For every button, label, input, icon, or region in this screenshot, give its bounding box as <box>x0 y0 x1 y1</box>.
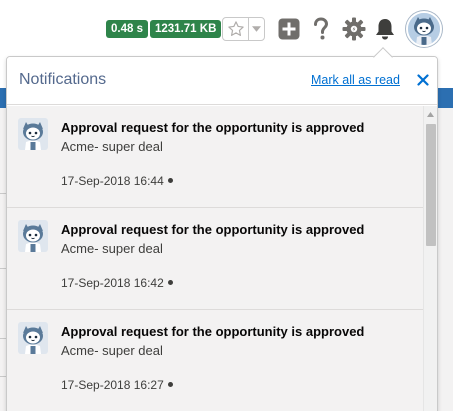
notification-date: 17-Sep-2018 16:27 <box>61 378 164 392</box>
avatar <box>18 118 48 150</box>
notification-item[interactable]: Approval request for the opportunity is … <box>7 208 423 310</box>
scrollbar-thumb[interactable] <box>426 124 436 246</box>
mark-all-as-read-link[interactable]: Mark all as read <box>311 73 400 87</box>
global-actions-button[interactable] <box>276 16 302 42</box>
notification-list: Approval request for the opportunity is … <box>7 106 423 411</box>
help-button[interactable] <box>308 16 334 42</box>
panel-title: Notifications <box>19 71 107 88</box>
global-header: 0.48 s 1231.71 KB <box>0 0 453 56</box>
notification-item[interactable]: Approval request for the opportunity is … <box>7 310 423 411</box>
avatar <box>408 13 440 45</box>
notification-timestamp: 17-Sep-2018 16:42 <box>61 276 173 290</box>
notification-date: 17-Sep-2018 16:42 <box>61 276 164 290</box>
notification-title: Approval request for the opportunity is … <box>61 324 365 339</box>
unread-dot-icon <box>167 280 173 286</box>
favorites-list-button[interactable] <box>249 18 264 40</box>
scroll-up-button[interactable] <box>424 108 437 120</box>
notification-title: Approval request for the opportunity is … <box>61 222 365 237</box>
bell-icon <box>376 19 394 40</box>
user-profile-avatar[interactable] <box>406 11 442 47</box>
star-icon <box>227 21 244 36</box>
notification-timestamp: 17-Sep-2018 16:27 <box>61 378 173 392</box>
close-icon <box>417 74 429 86</box>
notification-subtitle: Acme- super deal <box>61 139 163 154</box>
notification-list-scrollbar[interactable] <box>423 106 437 411</box>
notification-date: 17-Sep-2018 16:44 <box>61 174 164 188</box>
notification-timestamp: 17-Sep-2018 16:44 <box>61 174 173 188</box>
favorites-button-group <box>222 17 265 41</box>
setup-button[interactable] <box>341 16 367 42</box>
avatar <box>18 220 48 252</box>
notifications-panel: Notifications Mark all as read Approval … <box>6 56 438 411</box>
page-size-badge: 1231.71 KB <box>150 20 222 38</box>
unread-dot-icon <box>167 178 173 184</box>
notification-subtitle: Acme- super deal <box>61 343 163 358</box>
notification-title: Approval request for the opportunity is … <box>61 120 365 135</box>
plus-icon <box>278 18 300 40</box>
favorite-button[interactable] <box>223 18 249 40</box>
notifications-panel-header: Notifications Mark all as read <box>7 57 437 105</box>
notification-subtitle: Acme- super deal <box>61 241 163 256</box>
notification-item[interactable]: Approval request for the opportunity is … <box>7 106 423 208</box>
chevron-down-icon <box>252 26 261 32</box>
gear-icon <box>342 17 366 41</box>
avatar <box>18 322 48 354</box>
unread-dot-icon <box>167 382 173 388</box>
timing-badge: 0.48 s <box>106 20 148 38</box>
close-panel-button[interactable] <box>413 70 433 90</box>
caret-up-icon <box>427 111 434 117</box>
notifications-button[interactable] <box>372 16 398 42</box>
help-icon <box>314 17 329 40</box>
